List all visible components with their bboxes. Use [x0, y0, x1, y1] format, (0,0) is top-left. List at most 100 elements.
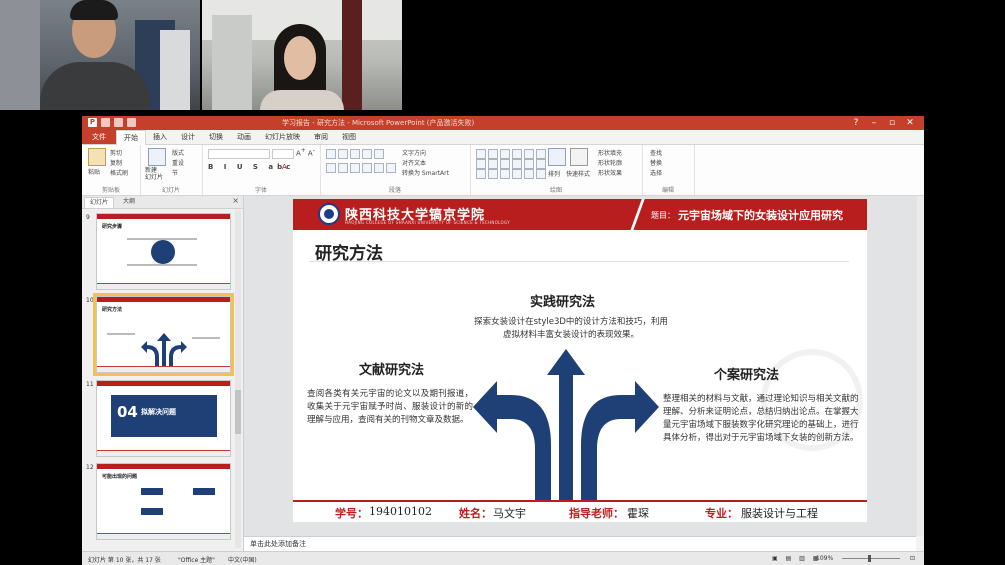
slide-thumbnail[interactable]: 04 拟解决问题	[96, 380, 231, 457]
tab-file[interactable]: 文件	[82, 130, 116, 144]
section-button[interactable]: 节	[172, 168, 178, 177]
thumb-number: 10	[86, 297, 94, 304]
group-slides: 新建 幻灯片 版式 重设 节 幻灯片	[140, 145, 203, 195]
zoom-slider[interactable]	[842, 558, 900, 559]
tab-review[interactable]: 审阅	[307, 130, 335, 144]
thumb-number: 11	[86, 381, 94, 388]
arrow-left-icon	[473, 381, 551, 500]
save-icon[interactable]	[101, 118, 110, 127]
copy-button[interactable]: 复制	[110, 158, 122, 167]
format-painter-button[interactable]: 格式刷	[110, 168, 128, 177]
group-label: 字体	[254, 187, 267, 194]
tab-slideshow[interactable]: 幻灯片放映	[258, 130, 307, 144]
thumb-number: 9	[86, 214, 90, 221]
shapes-gallery-row3[interactable]	[476, 169, 546, 179]
arrange-button[interactable]: 排列	[548, 169, 560, 178]
smartart-button[interactable]: 转换为 SmartArt	[402, 168, 449, 177]
select-button[interactable]: 选择	[650, 168, 662, 177]
new-slide-icon[interactable]	[148, 148, 166, 166]
find-button[interactable]: 查找	[650, 148, 662, 157]
group-clipboard: 粘贴 剪切 复制 格式刷 剪贴板	[82, 145, 141, 195]
tab-animations[interactable]: 动画	[230, 130, 258, 144]
thumb-big-number: 04	[117, 403, 138, 421]
close-button[interactable]: ✕	[901, 117, 919, 129]
arrow-right-icon	[581, 381, 659, 500]
tab-design[interactable]: 设计	[174, 130, 202, 144]
arrows-icon	[141, 333, 187, 367]
student-id: 194010102	[369, 505, 432, 518]
major-name: 服装设计与工程	[741, 507, 818, 520]
shape-effects-button[interactable]: 形状效果	[598, 168, 622, 177]
thumb-title: 拟解决问题	[141, 408, 176, 416]
shape-outline-button[interactable]: 形状轮廓	[598, 158, 622, 167]
help-icon[interactable]: ?	[847, 117, 865, 129]
list-buttons[interactable]	[326, 149, 384, 159]
ribbon-tabs: 文件 开始 插入 设计 切换 动画 幻灯片放映 审阅 视图	[82, 130, 924, 145]
literature-text: 查阅各类有关元宇宙的论文以及期刊报道，收集关于元宇宙赋予时尚、服装设计的新的理解…	[307, 389, 473, 425]
school-name-en: HAOJING COLLEGE OF SHAANXI UNIVERSITY OF…	[345, 220, 510, 225]
slide-thumbnail-selected[interactable]: 研究方法	[93, 293, 234, 376]
tab-outline[interactable]: 大纲	[118, 197, 140, 207]
school-emblem-icon	[318, 203, 340, 225]
text-direction-button[interactable]: 文字方向	[402, 148, 426, 157]
paste-icon[interactable]	[88, 148, 106, 166]
group-font: A+ A- B I U S abc A 字体	[202, 145, 321, 195]
tab-transitions[interactable]: 切换	[202, 130, 230, 144]
thumb-title: 研究方法	[102, 307, 123, 313]
slide-thumbnail[interactable]: 研究步骤	[96, 213, 231, 290]
group-label: 绘图	[549, 187, 562, 194]
tab-insert[interactable]: 插入	[146, 130, 174, 144]
font-size-select[interactable]	[272, 149, 294, 159]
paste-button[interactable]: 粘贴	[88, 167, 100, 176]
minimize-button[interactable]: –	[865, 117, 883, 129]
quick-styles-button[interactable]: 快速样式	[566, 169, 590, 178]
arrange-icon[interactable]	[548, 148, 566, 166]
fit-window-icon[interactable]: ⊡	[910, 555, 915, 562]
slide-thumbnail[interactable]: 可能出现的问题	[96, 463, 231, 540]
slides-pane: 幻灯片 大纲 × 9 研究步骤 10 研究方法 11 04 拟解决问题 12 可…	[82, 196, 244, 551]
shape-fill-button[interactable]: 形状填充	[598, 148, 622, 157]
slide-scrollbar[interactable]	[917, 196, 924, 536]
quick-styles-icon[interactable]	[570, 148, 588, 166]
slide-canvas[interactable]: 陕西科技大学镐京学院 HAOJING COLLEGE OF SHAANXI UN…	[293, 199, 867, 522]
grow-font-icon[interactable]: A+ A-	[296, 148, 315, 157]
align-buttons[interactable]	[326, 163, 396, 173]
tab-home[interactable]: 开始	[116, 130, 146, 145]
maximize-button[interactable]: ▫	[883, 117, 901, 129]
zoom-slider-handle[interactable]	[868, 555, 871, 562]
font-color-icon[interactable]: A	[282, 163, 287, 171]
align-text-button[interactable]: 对齐文本	[402, 158, 426, 167]
theme-name: "Office 主题"	[178, 557, 215, 564]
slide-footer: 学号： 194010102 姓名： 马文宇 指导老师： 霍琛 专业： 服装设计与…	[293, 502, 867, 522]
tab-view[interactable]: 视图	[335, 130, 363, 144]
new-slide-button[interactable]: 新建 幻灯片	[145, 167, 163, 181]
shapes-gallery-row2[interactable]	[476, 159, 546, 169]
group-drawing: 排列 快速样式 形状填充 形状轮廓 形状效果 绘图	[470, 145, 643, 195]
group-paragraph: 文字方向 对齐文本 转换为 SmartArt 段落	[320, 145, 471, 195]
notes-pane[interactable]: 单击此处添加备注	[244, 536, 916, 551]
advisor-label: 指导老师：	[569, 507, 624, 520]
status-bar: 幻灯片 第 10 张，共 17 张 "Office 主题" 中文(中国) ▣ ▤…	[82, 551, 924, 565]
slide-editor: 陕西科技大学镐京学院 HAOJING COLLEGE OF SHAANXI UN…	[244, 196, 924, 536]
shapes-gallery[interactable]	[476, 149, 546, 159]
tab-slides[interactable]: 幻灯片	[84, 197, 115, 208]
group-label: 幻灯片	[161, 187, 180, 194]
font-name-select[interactable]	[208, 149, 270, 159]
zoom-level[interactable]: 109%	[816, 555, 833, 562]
layout-button[interactable]: 版式	[172, 148, 184, 157]
reset-button[interactable]: 重设	[172, 158, 184, 167]
view-buttons[interactable]: ▣ ▤ ▥ ▦	[772, 555, 821, 562]
redo-icon[interactable]	[127, 118, 136, 127]
cut-button[interactable]: 剪切	[110, 148, 122, 157]
student-name: 马文宇	[493, 507, 526, 520]
replace-button[interactable]: 替换	[650, 158, 662, 167]
topic-text: 元宇宙场域下的女装设计应用研究	[678, 209, 843, 222]
group-label: 段落	[388, 187, 401, 194]
title-bar: P 学习报告 - 研究方法 - Microsoft PowerPoint (产品…	[82, 116, 924, 130]
three-arrows-graphic	[473, 349, 659, 500]
case-heading: 个案研究法	[714, 368, 780, 383]
pane-scrollbar[interactable]	[235, 210, 241, 548]
undo-icon[interactable]	[114, 118, 123, 127]
practice-text: 探索女装设计在style3D中的设计方法和技巧，利用虚拟材料丰富女装设计的表现效…	[474, 317, 668, 340]
close-icon[interactable]: ×	[232, 196, 239, 205]
